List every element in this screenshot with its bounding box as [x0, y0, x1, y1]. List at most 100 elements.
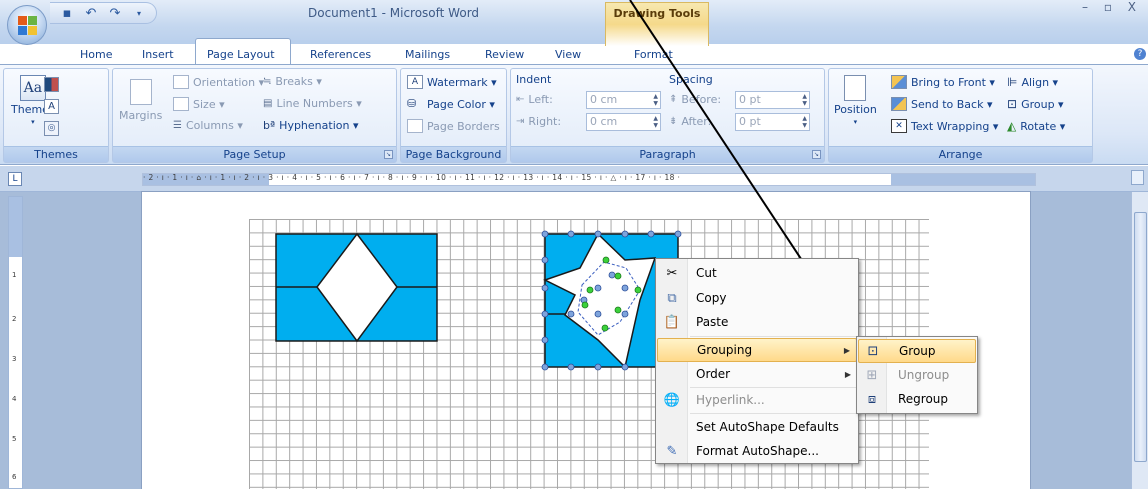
tab-view[interactable]: View [555, 48, 581, 61]
submenu-arrow-icon: ▶ [843, 345, 850, 355]
position-button[interactable]: Position ▾ [834, 75, 877, 126]
format-icon: ✎ [666, 443, 678, 459]
send-to-back-button[interactable]: Send to Back ▾ [891, 97, 992, 111]
submenu-item-ungroup[interactable]: ⊞ Ungroup [858, 363, 976, 387]
help-icon[interactable]: ? [1134, 48, 1146, 60]
indent-right-label: ⇥ Right: [516, 115, 561, 128]
indent-right-input[interactable]: 0 cm ▲ ▼ [586, 113, 661, 131]
save-icon[interactable]: ▪ [58, 5, 76, 21]
breaks-icon: ≒ [263, 76, 272, 87]
context-menu: ✂ Cut ⧉ Copy 📋 Paste Grouping ▶ Order ▶ … [655, 258, 859, 464]
vruler-tick: 1 [12, 271, 17, 279]
spinner-arrows-icon[interactable]: ▲ ▼ [653, 93, 658, 107]
arrange-group: Position ▾ Bring to Front ▾ Send to Back… [828, 68, 1093, 163]
bring-to-front-label: Bring to Front ▾ [911, 75, 995, 89]
submenu-item-regroup[interactable]: ⧈ Regroup [858, 387, 976, 411]
undo-icon[interactable]: ↶ [82, 5, 100, 21]
submenu-item-group[interactable]: ⊡ Group [858, 339, 976, 363]
watermark-button[interactable]: A Watermark ▾ [407, 75, 497, 89]
paragraph-group-label: Paragraph [511, 146, 824, 162]
menu-item-label: Copy [696, 291, 727, 305]
tab-selector-icon[interactable]: L [8, 172, 22, 186]
spacing-after-value: 0 pt [739, 115, 761, 128]
tab-format[interactable]: Format [634, 48, 673, 61]
menu-item-cut[interactable]: ✂ Cut [657, 261, 857, 285]
orientation-icon [173, 75, 189, 89]
submenu-arrow-icon: ▶ [844, 369, 851, 379]
watermark-icon: A [407, 75, 423, 89]
spacing-before-label: ⇞ Before: [669, 93, 721, 106]
group-button[interactable]: ⊡ Group ▾ [1007, 97, 1064, 111]
tab-insert[interactable]: Insert [142, 48, 174, 61]
indent-right-text: Right: [528, 115, 562, 128]
align-label: Align ▾ [1021, 75, 1059, 89]
position-label: Position [834, 103, 877, 116]
theme-colors-icon[interactable] [44, 77, 59, 92]
orientation-label: Orientation ▾ [193, 75, 265, 89]
theme-fonts-icon[interactable]: A [44, 99, 59, 114]
rotate-button[interactable]: ◭ Rotate ▾ [1007, 119, 1065, 133]
window-controls[interactable]: – ▫ X [1082, 0, 1142, 14]
menu-item-copy[interactable]: ⧉ Copy [657, 286, 857, 310]
indent-left-value: 0 cm [590, 93, 618, 106]
office-button[interactable] [7, 5, 47, 45]
menu-item-order[interactable]: Order ▶ [657, 362, 857, 386]
spacing-after-label: ⇟ After: [669, 115, 711, 128]
hyphenation-icon: bª [263, 119, 276, 132]
bring-to-front-button[interactable]: Bring to Front ▾ [891, 75, 995, 89]
spinner-arrows-icon[interactable]: ▲ ▼ [802, 115, 807, 129]
theme-effects-icon[interactable]: ◎ [44, 121, 59, 136]
vruler-tick: 3 [12, 355, 17, 363]
spacing-before-input[interactable]: 0 pt ▲ ▼ [735, 91, 810, 109]
ungroup-icon: ⊞ [866, 367, 878, 383]
line-numbers-button[interactable]: ▤ Line Numbers ▾ [263, 97, 362, 110]
breaks-button[interactable]: ≒ Breaks ▾ [263, 75, 322, 88]
indent-left-input[interactable]: 0 cm ▲ ▼ [586, 91, 661, 109]
tab-page-layout[interactable]: Page Layout [207, 48, 275, 61]
align-button[interactable]: ⊫ Align ▾ [1007, 75, 1058, 89]
spinner-arrows-icon[interactable]: ▲ ▼ [802, 93, 807, 107]
menu-item-label: Cut [696, 266, 717, 280]
menu-item-label: Order [696, 367, 731, 381]
indent-right-icon: ⇥ [516, 116, 525, 127]
columns-label: Columns ▾ [185, 119, 243, 132]
tab-review[interactable]: Review [485, 48, 524, 61]
menu-item-format-autoshape[interactable]: ✎ Format AutoShape... [657, 439, 857, 463]
submenu-item-label: Ungroup [898, 368, 950, 382]
horizontal-ruler: L · 2 · ı · 1 · ı · ⌂ · ı · 1 · ı · 2 · … [0, 166, 1148, 192]
page-color-button[interactable]: ⛁ Page Color ▾ [407, 97, 495, 111]
orientation-button[interactable]: Orientation ▾ [173, 75, 264, 89]
rotate-icon: ◭ [1007, 119, 1017, 133]
paragraph-launcher-icon[interactable]: ↘ [812, 150, 821, 159]
tab-mailings[interactable]: Mailings [405, 48, 450, 61]
spacing-after-input[interactable]: 0 pt ▲ ▼ [735, 113, 810, 131]
margins-button[interactable]: Margins [119, 79, 162, 122]
line-numbers-label: Line Numbers ▾ [276, 97, 362, 110]
menu-item-hyperlink[interactable]: 🌐 Hyperlink... [657, 388, 857, 412]
page-setup-launcher-icon[interactable]: ↘ [384, 150, 393, 159]
menu-item-paste[interactable]: 📋 Paste [657, 310, 857, 334]
menu-item-grouping[interactable]: Grouping ▶ [657, 338, 857, 362]
text-wrapping-button[interactable]: ✕ Text Wrapping ▾ [891, 119, 998, 133]
columns-button[interactable]: ☰ Columns ▾ [173, 119, 243, 132]
menu-item-set-autoshape-defaults[interactable]: Set AutoShape Defaults [657, 415, 857, 439]
spinner-arrows-icon[interactable]: ▲ ▼ [653, 115, 658, 129]
quick-access-toolbar: ▪ ↶ ↷ ▾ [50, 2, 157, 24]
office-logo-icon [18, 16, 38, 36]
tab-references[interactable]: References [310, 48, 371, 61]
submenu-item-label: Group [899, 344, 936, 358]
redo-icon[interactable]: ↷ [106, 5, 124, 21]
group-icon: ⊡ [867, 343, 879, 359]
scrollbar-thumb[interactable] [1134, 212, 1147, 462]
ruler-strip[interactable]: · 2 · ı · 1 · ı · ⌂ · ı · 1 · ı · 2 · ı … [142, 173, 1036, 186]
tab-home[interactable]: Home [80, 48, 112, 61]
page-borders-button[interactable]: Page Borders [407, 119, 500, 133]
send-to-back-label: Send to Back ▾ [911, 97, 993, 111]
size-button[interactable]: Size ▾ [173, 97, 225, 111]
hyphenation-button[interactable]: bª Hyphenation ▾ [263, 119, 358, 132]
customize-qat-icon[interactable]: ▾ [130, 5, 148, 21]
view-ruler-icon[interactable] [1131, 170, 1144, 185]
vertical-scrollbar[interactable] [1131, 192, 1148, 489]
page-color-label: Page Color ▾ [427, 97, 495, 111]
hyphenation-label: Hyphenation ▾ [279, 119, 359, 132]
